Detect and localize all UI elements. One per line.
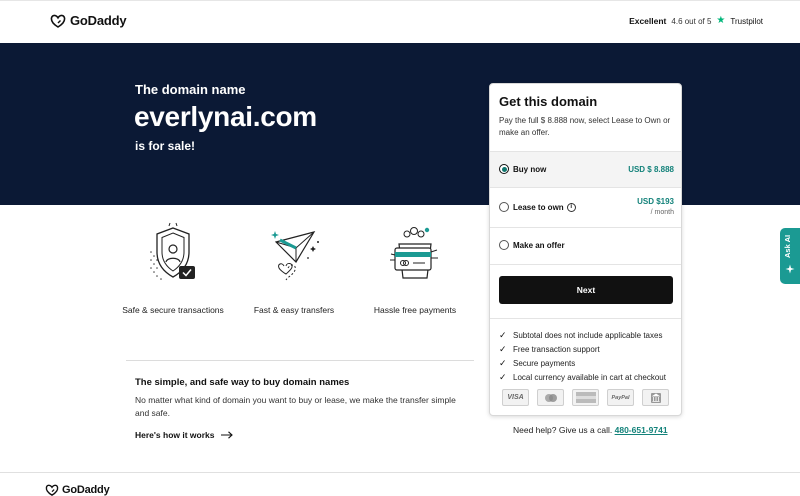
info-body: No matter what kind of domain you want t… <box>135 395 456 418</box>
paypal-text: PayPal <box>611 394 630 401</box>
footer-logo-text: GoDaddy <box>62 484 110 496</box>
logo-text: GoDaddy <box>70 13 127 28</box>
benefit-item: ✓ Free transaction support <box>499 342 666 356</box>
trustpilot-rating[interactable]: Excellent 4.6 out of 5 ★ Trustpilot <box>629 15 763 27</box>
trustpilot-star-icon: ★ <box>716 15 726 26</box>
feature-label: Hassle free payments <box>373 305 457 315</box>
benefit-text: Subtotal does not include applicable tax… <box>513 330 663 340</box>
paper-plane-icon <box>271 231 319 281</box>
purchase-card: Get this domain Pay the full $ 8.888 now… <box>489 83 682 416</box>
option-label: Make an offer <box>513 241 565 250</box>
check-icon: ✓ <box>499 357 507 368</box>
card-description: Pay the full $ 8.888 now, select Lease t… <box>499 116 671 137</box>
info-title: The simple, and safe way to buy domain n… <box>135 377 350 388</box>
footer-logo[interactable]: GoDaddy <box>45 484 110 496</box>
benefit-text: Free transaction support <box>513 344 600 354</box>
how-it-works-label: Here's how it works <box>135 430 215 440</box>
option-price: USD $193 <box>637 197 674 206</box>
how-it-works-link[interactable]: Here's how it works <box>135 430 233 440</box>
radio-buy-now[interactable] <box>499 164 509 174</box>
section-divider <box>126 360 474 361</box>
feature-transfers: Fast & easy transfers <box>239 222 349 316</box>
godaddy-mark-icon <box>50 14 66 28</box>
footer: GoDaddy <box>0 472 800 496</box>
card-divider <box>490 318 681 319</box>
payment-card-icon <box>390 227 438 279</box>
option-price-period: / month <box>650 209 674 216</box>
option-label-wrap: Lease to own i <box>513 203 576 213</box>
features-row: Safe & secure transactions Fast & easy t… <box>122 222 475 342</box>
ask-ai-label: Ask AI <box>783 234 792 258</box>
feature-label: Fast & easy transfers <box>253 305 335 315</box>
paypal-icon: PayPal <box>607 389 634 406</box>
ask-ai-tab[interactable]: Ask AI <box>780 228 800 284</box>
option-label: Buy now <box>513 165 547 174</box>
visa-text: VISA <box>507 394 524 401</box>
card-title: Get this domain <box>499 94 598 109</box>
godaddy-logo[interactable]: GoDaddy <box>50 13 127 28</box>
mastercard-icon <box>537 389 564 406</box>
info-icon[interactable]: i <box>566 203 576 213</box>
feature-secure: Safe & secure transactions <box>118 222 228 316</box>
option-lease-to-own[interactable]: Lease to own i USD $193 / month <box>490 187 681 227</box>
sparkle-icon <box>785 264 795 274</box>
help-line: Need help? Give us a call. 480-651-9741 <box>513 425 668 435</box>
payment-methods: VISA PayPal <box>502 389 669 406</box>
hero-domain-name: everlynai.com <box>134 101 317 132</box>
option-price: USD $ 8.888 <box>628 165 674 174</box>
hero-for-sale: is for sale! <box>135 139 196 153</box>
help-text: Need help? Give us a call. <box>513 425 613 435</box>
benefit-item: ✓ Local currency available in cart at che… <box>499 370 666 384</box>
feature-payments: Hassle free payments <box>360 222 470 316</box>
bank-icon <box>642 389 669 406</box>
check-icon: ✓ <box>499 329 507 340</box>
option-label: Lease to own <box>513 203 564 212</box>
radio-lease-to-own[interactable] <box>499 202 509 212</box>
check-icon: ✓ <box>499 343 507 354</box>
visa-icon: VISA <box>502 389 529 406</box>
benefit-item: ✓ Secure payments <box>499 356 666 370</box>
benefits-list: ✓ Subtotal does not include applicable ta… <box>499 328 666 384</box>
trust-score: 4.6 out of 5 <box>671 16 712 26</box>
benefit-text: Secure payments <box>513 358 576 368</box>
check-icon: ✓ <box>499 371 507 382</box>
trust-brand: Trustpilot <box>730 16 763 26</box>
arrow-right-icon <box>220 431 233 439</box>
next-button[interactable]: Next <box>499 276 673 304</box>
benefit-item: ✓ Subtotal does not include applicable ta… <box>499 328 666 342</box>
option-divider <box>490 264 681 265</box>
top-header: GoDaddy Excellent 4.6 out of 5 ★ Trustpi… <box>0 0 800 43</box>
trust-label: Excellent <box>629 16 667 26</box>
godaddy-mark-icon <box>45 484 59 496</box>
option-buy-now[interactable]: Buy now USD $ 8.888 <box>490 151 681 187</box>
amex-icon <box>572 389 599 406</box>
feature-label: Safe & secure transactions <box>122 305 224 315</box>
help-phone-link[interactable]: 480-651-9741 <box>615 425 668 435</box>
radio-make-offer[interactable] <box>499 240 509 250</box>
hero-intro: The domain name <box>135 82 246 97</box>
shield-icon <box>150 222 195 280</box>
option-make-offer[interactable]: Make an offer <box>490 227 681 264</box>
benefit-text: Local currency available in cart at chec… <box>513 372 666 382</box>
